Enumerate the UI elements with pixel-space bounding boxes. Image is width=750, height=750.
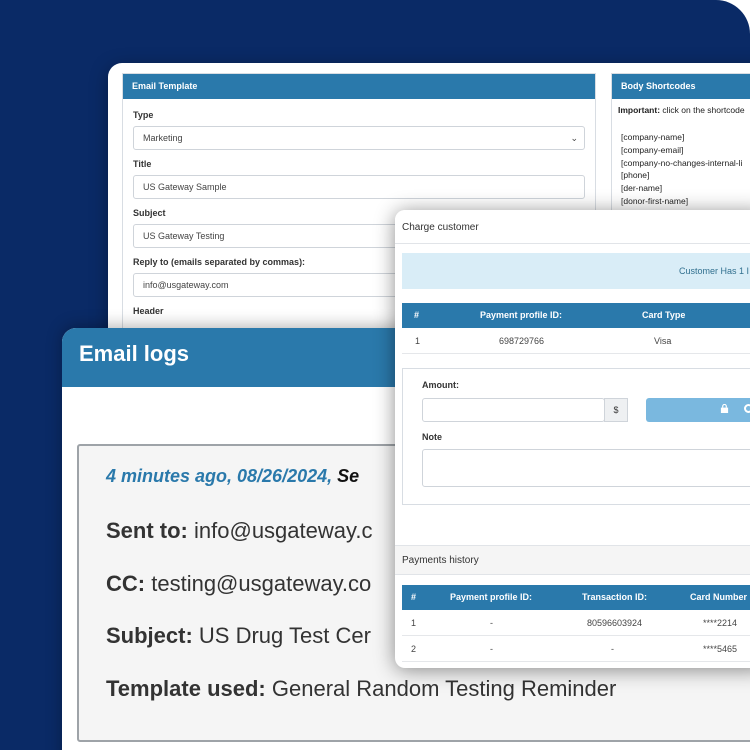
template-used-label: Template used: (106, 676, 266, 701)
column-header: Card Number (690, 592, 748, 602)
log-subject-value: US Drug Test Cer (198, 623, 371, 648)
title-input-value: US Gateway Sample (143, 182, 227, 192)
body-shortcodes-header: Body Shortcodes (612, 74, 750, 99)
charge-customer-window: Charge customer Customer Has 1 I # Payme… (395, 210, 750, 668)
cc-label: CC: (106, 571, 146, 596)
payments-history-table: # Payment profile ID: Transaction ID: Ca… (402, 585, 750, 662)
lock-icon (720, 404, 729, 413)
charge-form: Amount: $ Note (402, 368, 750, 505)
table-header-row: # Payment profile ID: Transaction ID: Ca… (402, 585, 750, 610)
payments-history-header: Payments history (395, 545, 750, 575)
title-label: Title (133, 159, 152, 169)
table-cell: 2 (411, 644, 417, 654)
reply-to-input-value: info@usgateway.com (143, 280, 229, 290)
log-timestamp-rest: Se (337, 466, 360, 486)
spinner-icon (744, 404, 750, 413)
table-cell: 1 (411, 618, 417, 628)
column-header: Card Type (642, 310, 686, 320)
log-timestamp-text: 4 minutes ago, 08/26/2024, (106, 466, 333, 486)
table-header-row: # Payment profile ID: Card Type (402, 303, 750, 328)
currency-addon: $ (604, 398, 628, 422)
payment-profiles-table: # Payment profile ID: Card Type 1 698729… (402, 303, 750, 354)
log-sent-to: Sent to: info@usgateway.c (106, 518, 372, 544)
shortcode-item[interactable]: [donor-first-name] (618, 195, 750, 208)
table-row[interactable]: 2 - - ****5465 (402, 636, 750, 662)
sent-to-value: info@usgateway.c (194, 518, 373, 543)
note-label: Note (422, 432, 442, 442)
table-cell: - (490, 644, 493, 654)
table-cell: ****5465 (703, 644, 738, 654)
email-template-header: Email Template (123, 74, 595, 99)
table-cell: 1 (415, 336, 421, 346)
type-select[interactable]: Marketing ⌄ (133, 126, 585, 150)
table-row[interactable]: 1 - 80596603924 ****2214 (402, 610, 750, 636)
log-cc: CC: testing@usgateway.co (106, 571, 371, 597)
column-header: # (414, 310, 420, 320)
table-cell: - (611, 644, 614, 654)
column-header: Transaction ID: (582, 592, 648, 602)
amount-label: Amount: (422, 380, 459, 390)
title-input[interactable]: US Gateway Sample (133, 175, 585, 199)
type-label: Type (133, 110, 154, 120)
table-row[interactable]: 1 698729766 Visa (402, 328, 750, 354)
log-timestamp: 4 minutes ago, 08/26/2024, Se (106, 466, 359, 487)
table-cell: - (490, 618, 493, 628)
charge-button[interactable] (646, 398, 750, 422)
amount-input[interactable] (422, 398, 605, 422)
shortcode-item[interactable]: [phone] (618, 169, 750, 182)
shortcode-item[interactable]: [company-no-changes-internal-li (618, 157, 750, 170)
subject-input-value: US Gateway Testing (143, 231, 225, 241)
note-textarea[interactable] (422, 449, 750, 487)
shortcode-item[interactable]: [der-name] (618, 182, 750, 195)
column-header: Payment profile ID: (450, 592, 533, 602)
column-header: # (411, 592, 417, 602)
table-cell: Visa (654, 336, 672, 346)
shortcode-item[interactable]: [company-email] (618, 144, 750, 157)
table-cell: 80596603924 (587, 618, 643, 628)
table-cell: 698729766 (499, 336, 545, 346)
customer-info-alert: Customer Has 1 I (402, 253, 750, 289)
important-text: click on the shortcode (662, 105, 745, 115)
log-subject: Subject: US Drug Test Cer (106, 623, 371, 649)
table-cell: ****2214 (703, 618, 738, 628)
column-header: Payment profile ID: (480, 310, 563, 320)
important-label: Important: (618, 105, 661, 115)
log-subject-label: Subject: (106, 623, 193, 648)
chevron-down-icon: ⌄ (570, 133, 578, 143)
shortcodes-important-note: Important: click on the shortcode (618, 105, 750, 115)
log-template-used: Template used: General Random Testing Re… (106, 676, 616, 702)
template-used-value: General Random Testing Reminder (271, 676, 617, 701)
type-select-value: Marketing (143, 133, 183, 143)
shortcode-item[interactable]: [company-name] (618, 131, 750, 144)
cc-value: testing@usgateway.co (151, 571, 372, 596)
charge-customer-header: Charge customer (395, 210, 750, 244)
sent-to-label: Sent to: (106, 518, 188, 543)
